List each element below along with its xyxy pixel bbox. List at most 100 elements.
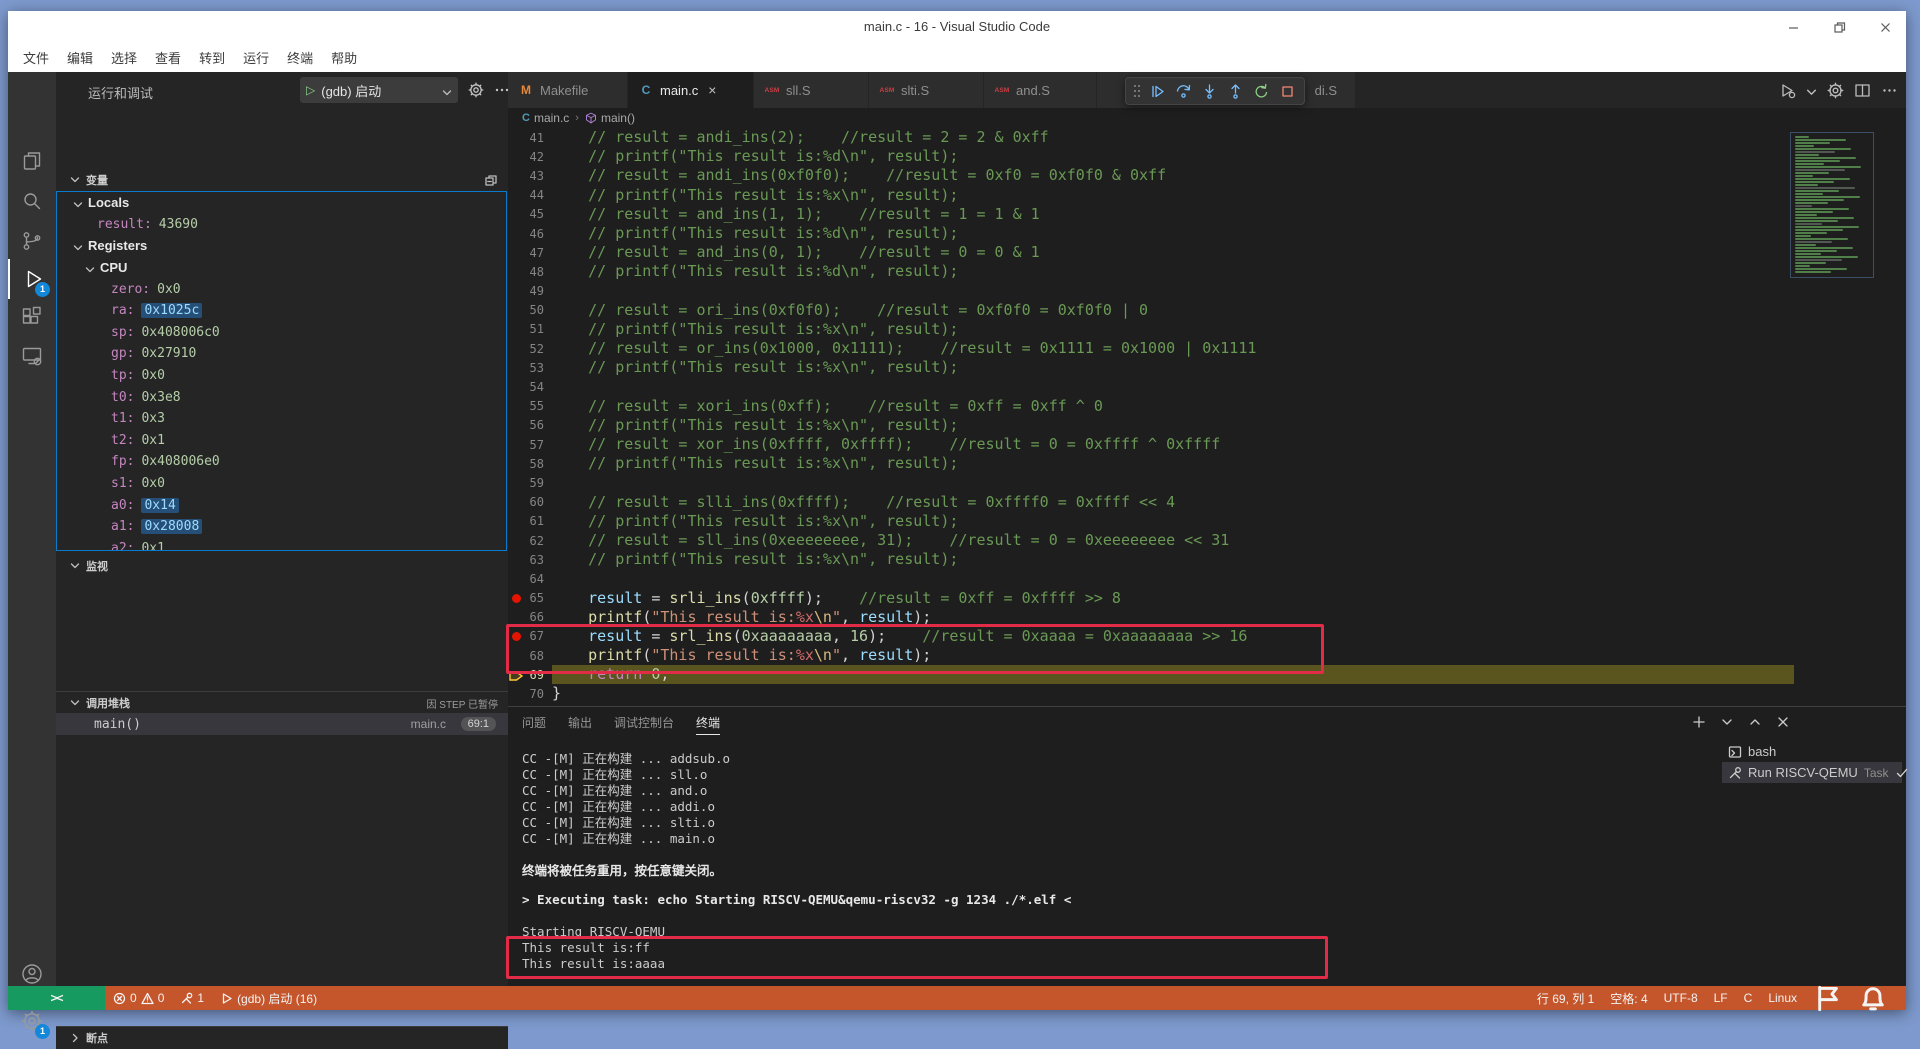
cursor-position[interactable]: 行 69, 列 1 [1529,990,1602,1007]
gear-icon[interactable] [1827,82,1844,99]
tab-sll.S[interactable]: ASM sll.S [754,72,869,108]
gear-icon[interactable] [468,82,484,98]
notifications-bell-icon[interactable] [1850,983,1896,1013]
breakpoint-icon[interactable] [511,631,521,641]
debug-session-status[interactable]: (gdb) 启动 (16) [212,990,325,1007]
code-line-68[interactable]: 68 printf("This result is:%x\n", result)… [508,646,1794,665]
code-line-48[interactable]: 48 // printf("This result is:%d\n", resu… [508,262,1794,281]
code-line-61[interactable]: 61 // printf("This result is:%x\n", resu… [508,512,1794,531]
tab-slti.S[interactable]: ASM slti.S [869,72,984,108]
panel-tab-问题[interactable]: 问题 [522,714,546,734]
activity-item-run-and-debug[interactable]: 1 [8,259,56,299]
breakpoints-section-header[interactable]: 断点 [56,1026,508,1049]
code-line-63[interactable]: 63 // printf("This result is:%x\n", resu… [508,550,1794,569]
activity-item-search[interactable] [8,181,56,221]
os-indicator[interactable]: Linux [1760,991,1805,1005]
code-line-47[interactable]: 47 // result = and_ins(0, 1); //result =… [508,243,1794,262]
variable-row[interactable]: ra: 0x1025c [57,300,506,322]
code-line-44[interactable]: 44 // printf("This result is:%x\n", resu… [508,186,1794,205]
activity-item-extensions[interactable] [8,297,56,337]
terminal-list-item-Run RISCV-QEMU[interactable]: Run RISCV-QEMU Task [1722,762,1907,783]
code-line-41[interactable]: 41 // result = andi_ins(2); //result = 2… [508,128,1794,147]
restore-icon[interactable] [1830,18,1848,36]
callstack-frame-row[interactable]: main() main.c 69:1 [56,713,508,735]
menu-item-3[interactable]: 选择 [102,45,146,72]
drag-handle-icon[interactable] [1132,82,1142,100]
menu-item-7[interactable]: 终端 [278,45,322,72]
code-line-53[interactable]: 53 // printf("This result is:%x\n", resu… [508,358,1794,377]
menu-item-4[interactable]: 查看 [146,45,190,72]
code-line-66[interactable]: 66 printf("This result is:%x\n", result)… [508,608,1794,627]
code-line-46[interactable]: 46 // printf("This result is:%d\n", resu… [508,224,1794,243]
close-icon[interactable]: × [708,82,716,98]
variable-row[interactable]: Locals [57,192,506,214]
variable-row[interactable]: t0: 0x3e8 [57,386,506,408]
code-line-65[interactable]: 65 result = srli_ins(0xffff); //result =… [508,589,1794,608]
tab-main.c[interactable]: Cmain.c × [628,72,754,108]
watch-section-header[interactable]: 监视 [56,555,508,577]
panel-tab-输出[interactable]: 输出 [568,714,592,734]
variable-row[interactable]: fp: 0x408006e0 [57,451,506,473]
code-line-59[interactable]: 59 [508,473,1794,492]
stop-icon[interactable] [1274,79,1300,103]
code-line-69[interactable]: 69 return 0; [508,665,1794,685]
more-actions-icon[interactable] [1881,82,1898,99]
variable-row[interactable]: s1: 0x0 [57,473,506,495]
eol-sequence[interactable]: LF [1706,991,1736,1005]
panel-tab-调试控制台[interactable]: 调试控制台 [614,714,674,734]
variable-row[interactable]: t2: 0x1 [57,430,506,452]
step-into-icon[interactable] [1196,79,1222,103]
code-line-60[interactable]: 60 // result = slli_ins(0xffff); //resul… [508,493,1794,512]
code-line-50[interactable]: 50 // result = ori_ins(0xf0f0); //result… [508,301,1794,320]
tab-Makefile[interactable]: M Makefile [508,72,628,108]
code-line-55[interactable]: 55 // result = xori_ins(0xff); //result … [508,397,1794,416]
minimap[interactable] [1790,132,1874,278]
variable-row[interactable]: result: 43690 [57,214,506,236]
problems-status[interactable]: 0 0 [105,991,172,1005]
code-line-57[interactable]: 57 // result = xor_ins(0xffff, 0xffff); … [508,435,1794,454]
variable-row[interactable]: tp: 0x0 [57,365,506,387]
breadcrumb-symbol[interactable]: main() [601,111,635,125]
variable-row[interactable]: sp: 0x408006c0 [57,322,506,344]
minimize-icon[interactable] [1784,18,1802,36]
terminal-list-item-bash[interactable]: bash [1722,741,1902,762]
code-line-52[interactable]: 52 // result = or_ins(0x1000, 0x1111); /… [508,339,1794,358]
gutter[interactable] [508,631,524,641]
running-tasks-status[interactable]: 1 [172,991,212,1005]
variable-row[interactable]: CPU [57,257,506,279]
variable-row[interactable]: Registers [57,235,506,257]
variable-row[interactable]: t1: 0x3 [57,408,506,430]
menu-item-2[interactable]: 编辑 [58,45,102,72]
launch-config-dropdown[interactable]: ▷ (gdb) 启动 [300,77,458,103]
code-line-70[interactable]: 70} [508,684,1794,703]
chevron-down-icon[interactable] [1806,85,1817,96]
variable-row[interactable]: gp: 0x27910 [57,343,506,365]
terminal-output[interactable]: CC -[M] 正在构建 ... addsub.o CC -[M] 正在构建 ..… [522,748,1702,972]
step-out-icon[interactable] [1222,79,1248,103]
code-editor[interactable]: 41 // result = andi_ins(2); //result = 2… [508,128,1794,706]
restart-icon[interactable] [1248,79,1274,103]
indentation[interactable]: 空格: 4 [1602,990,1655,1007]
variable-row[interactable]: a1: 0x28008 [57,516,506,538]
menu-item-8[interactable]: 帮助 [322,45,366,72]
breakpoint-icon[interactable] [511,593,521,603]
variable-row[interactable]: zero: 0x0 [57,278,506,300]
remote-indicator[interactable]: >< [8,986,105,1010]
new-terminal-icon[interactable] [1692,715,1706,729]
breadcrumb-file[interactable]: main.c [534,111,569,125]
code-line-56[interactable]: 56 // printf("This result is:%x\n", resu… [508,416,1794,435]
variable-row[interactable]: a0: 0x14 [57,494,506,516]
chevron-down-icon[interactable] [1720,715,1734,729]
code-line-67[interactable]: 67 result = srl_ins(0xaaaaaaaa, 16); //r… [508,627,1794,646]
activity-item-remote-explorer[interactable] [8,336,56,376]
feedback-icon[interactable] [1805,984,1850,1013]
continue-icon[interactable] [1144,79,1170,103]
gutter[interactable] [508,593,524,603]
menu-item-5[interactable]: 转到 [190,45,234,72]
code-line-45[interactable]: 45 // result = and_ins(1, 1); //result =… [508,205,1794,224]
callstack-section-header[interactable]: 调用堆栈 因 STEP 已暂停 [56,691,508,714]
maximize-panel-icon[interactable] [1748,715,1762,729]
variable-row[interactable]: a2: 0x1 [57,538,506,550]
code-line-49[interactable]: 49 [508,282,1794,301]
variables-section-header[interactable]: 变量 [56,169,508,191]
